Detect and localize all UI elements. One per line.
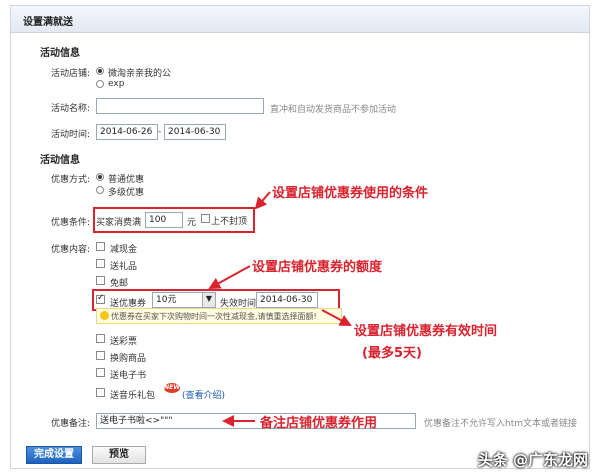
arrow-condition: [254, 191, 271, 210]
annotation-coupon-amount: 设置店铺优惠券的额度: [252, 260, 383, 275]
arrow-expire: [321, 309, 352, 326]
annotation-arrows: [208, 191, 352, 427]
annotation-remark: 备注店铺优惠券作用: [260, 416, 378, 431]
annotation-expire-max: (最多5天): [362, 346, 422, 361]
arrow-coupon-amount: [208, 265, 251, 289]
annotation-condition: 设置店铺优惠券使用的条件: [272, 186, 429, 201]
watermark: 头条 @广东龙网: [477, 451, 588, 469]
annotation-expire: 设置店铺优惠券有效时间: [354, 324, 498, 339]
